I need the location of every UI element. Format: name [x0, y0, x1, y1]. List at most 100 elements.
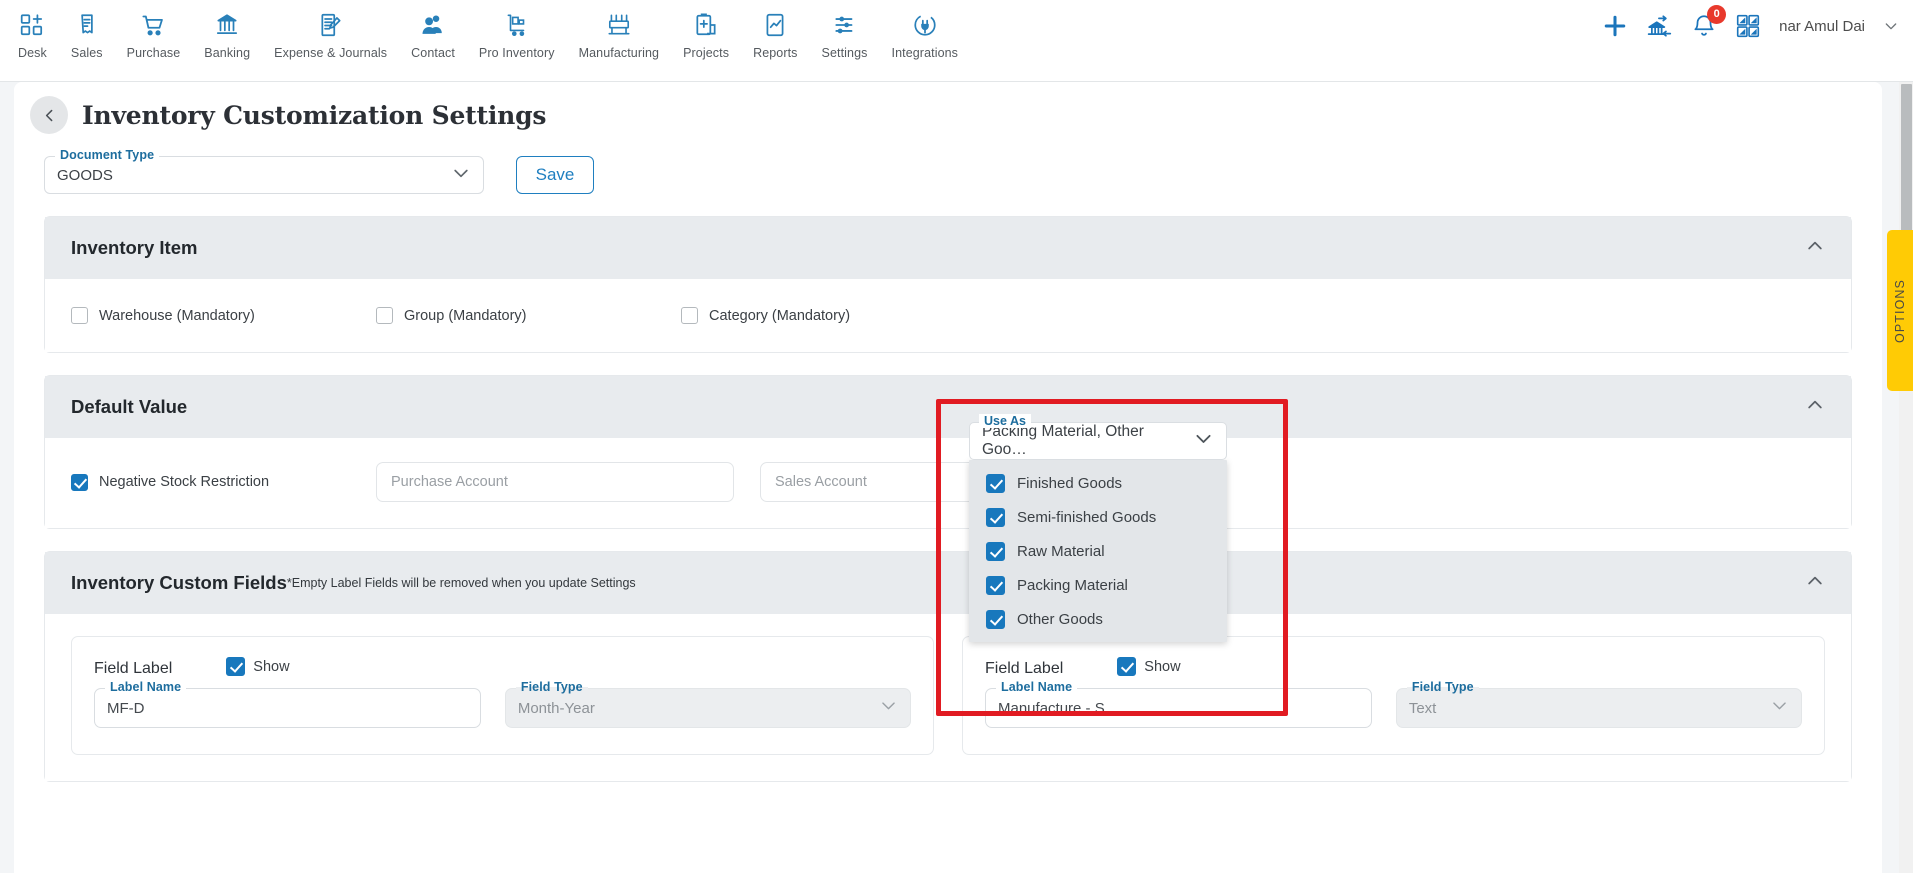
desk-icon [19, 10, 45, 40]
custom-fields-panel-header[interactable]: Inventory Custom Fields *Empty Label Fiel… [45, 552, 1851, 614]
checkbox-group-mandatory[interactable]: Group (Mandatory) [376, 307, 681, 324]
use-as-options-menu: Finished Goods Semi-finished Goods Raw M… [969, 460, 1227, 642]
nav-item-reports[interactable]: Reports [741, 0, 809, 60]
nav-item-integrations[interactable]: Integrations [880, 0, 971, 60]
nav-label: Banking [204, 46, 251, 60]
page-header: Inventory Customization Settings [14, 82, 1882, 134]
field-type-select-2[interactable]: Field Type Text [1395, 680, 1802, 728]
checkbox-box [986, 473, 1005, 493]
nav-item-expense-journals[interactable]: Expense & Journals [262, 0, 399, 60]
custom-fields-body: Field Label Show Label Name MF-D Field T… [45, 614, 1851, 781]
checkbox-label: Category (Mandatory) [709, 307, 851, 324]
chevron-down-icon[interactable] [1883, 18, 1899, 34]
use-as-option-packing-material[interactable]: Packing Material [969, 568, 1227, 602]
options-side-tab[interactable]: OPTIONS [1887, 230, 1913, 391]
manufacturing-icon [606, 10, 632, 40]
default-value-panel-body: Negative Stock Restriction Purchase Acco… [45, 438, 1851, 528]
checkbox-label: Negative Stock Restriction [99, 474, 270, 490]
user-account-name[interactable]: nar Amul Dai [1779, 18, 1865, 35]
inventory-item-panel-body: Warehouse (Mandatory) Group (Mandatory) … [45, 279, 1851, 352]
checkbox-label: Warehouse (Mandatory) [99, 307, 255, 324]
use-as-option-raw-material[interactable]: Raw Material [969, 534, 1227, 568]
field-label-text: Field Label [94, 660, 173, 677]
show-checkbox-2[interactable]: Show [1117, 657, 1181, 676]
nav-item-purchase[interactable]: Purchase [115, 0, 193, 60]
inventory-custom-fields-panel: Inventory Custom Fields *Empty Label Fiel… [44, 551, 1852, 782]
chevron-up-icon[interactable] [1805, 395, 1825, 419]
checkbox-box [681, 307, 698, 324]
label-name-field-2[interactable]: Label Name Manufacture - S [985, 680, 1372, 728]
checkbox-label: Group (Mandatory) [404, 307, 527, 324]
nav-item-pro-inventory[interactable]: Pro Inventory [467, 0, 567, 60]
chevron-up-icon[interactable] [1805, 571, 1825, 595]
document-type-select[interactable]: Document Type GOODS [44, 148, 484, 194]
purchase-account-input[interactable]: Purchase Account [376, 462, 734, 502]
field-type-label: Field Type [515, 680, 588, 694]
reports-chart-icon [762, 10, 788, 40]
checkbox-box [71, 473, 88, 491]
label-name-field-1[interactable]: Label Name MF-D [94, 680, 481, 728]
page-title: Inventory Customization Settings [82, 100, 547, 130]
add-plus-icon[interactable] [1601, 12, 1629, 40]
field-type-value: Text [1408, 699, 1437, 717]
nav-label: Integrations [891, 46, 959, 60]
bank-transfer-icon[interactable] [1647, 13, 1673, 39]
bell-icon[interactable]: 0 [1691, 5, 1727, 39]
nav-item-sales[interactable]: Sales [59, 0, 115, 60]
checkbox-box [226, 657, 246, 676]
checkbox-box [986, 507, 1005, 527]
checkbox-category-mandatory[interactable]: Category (Mandatory) [681, 307, 986, 324]
custom-fields-title: Inventory Custom Fields [71, 572, 287, 593]
vertical-scrollbar-thumb[interactable] [1901, 84, 1912, 240]
nav-item-projects[interactable]: Projects [671, 0, 741, 60]
nav-item-settings[interactable]: Settings [810, 0, 880, 60]
settings-card: Inventory Customization Settings Documen… [14, 82, 1882, 873]
journal-pen-icon [318, 10, 344, 40]
nav-item-manufacturing[interactable]: Manufacturing [567, 0, 672, 60]
document-type-row: Document Type GOODS Save [14, 134, 1882, 194]
show-label: Show [1144, 658, 1181, 675]
checkbox-negative-stock-restriction[interactable]: Negative Stock Restriction [71, 473, 376, 491]
checkbox-box [376, 307, 393, 324]
checkbox-box [986, 575, 1005, 595]
nav-item-banking[interactable]: Banking [192, 0, 262, 60]
field-type-label: Field Type [1406, 680, 1479, 694]
nav-label: Sales [70, 46, 103, 60]
inventory-item-panel-header[interactable]: Inventory Item [45, 217, 1851, 279]
default-value-title: Default Value [71, 396, 188, 417]
field-type-select-1[interactable]: Field Type Month-Year [504, 680, 911, 728]
chevron-up-icon[interactable] [1805, 236, 1825, 260]
nav-item-desk[interactable]: Desk [6, 0, 59, 60]
checkbox-box [1117, 657, 1137, 676]
options-tab-label: OPTIONS [1893, 278, 1907, 343]
use-as-label: Use As [979, 414, 1031, 428]
nav-label: Reports [753, 46, 798, 60]
contact-people-icon [420, 10, 446, 40]
document-type-label: Document Type [55, 148, 160, 162]
use-as-option-semi-finished-goods[interactable]: Semi-finished Goods [969, 500, 1227, 534]
custom-field-card: Field Label Show Label Name MF-D Field T… [71, 636, 934, 755]
use-as-option-other-goods[interactable]: Other Goods [969, 602, 1227, 636]
apps-grid-icon[interactable] [1735, 13, 1761, 39]
back-button[interactable] [30, 96, 68, 134]
chevron-down-icon [451, 163, 471, 188]
nav-label: Contact [411, 46, 455, 60]
default-value-row: Negative Stock Restriction Purchase Acco… [71, 462, 1825, 502]
default-value-panel-header[interactable]: Default Value [45, 376, 1851, 438]
use-as-option-finished-goods[interactable]: Finished Goods [969, 466, 1227, 500]
checkbox-warehouse-mandatory[interactable]: Warehouse (Mandatory) [71, 307, 376, 324]
chevron-down-icon [879, 696, 898, 720]
show-checkbox-1[interactable]: Show [226, 657, 290, 676]
bank-icon [214, 10, 240, 40]
top-navigation-bar: Desk Sales Purchase Banking Expense & Jo… [0, 0, 1913, 82]
custom-fields-note: *Empty Label Fields will be removed when… [286, 576, 636, 590]
option-label: Finished Goods [1017, 474, 1123, 492]
main-nav-items: Desk Sales Purchase Banking Expense & Jo… [0, 0, 970, 60]
nav-item-contact[interactable]: Contact [399, 0, 467, 60]
option-label: Packing Material [1017, 576, 1128, 594]
save-button[interactable]: Save [516, 156, 594, 194]
inventory-item-title: Inventory Item [71, 237, 198, 258]
projects-clipboard-icon [693, 10, 719, 40]
field-label-text: Field Label [985, 660, 1064, 677]
nav-label: Projects [683, 46, 730, 60]
